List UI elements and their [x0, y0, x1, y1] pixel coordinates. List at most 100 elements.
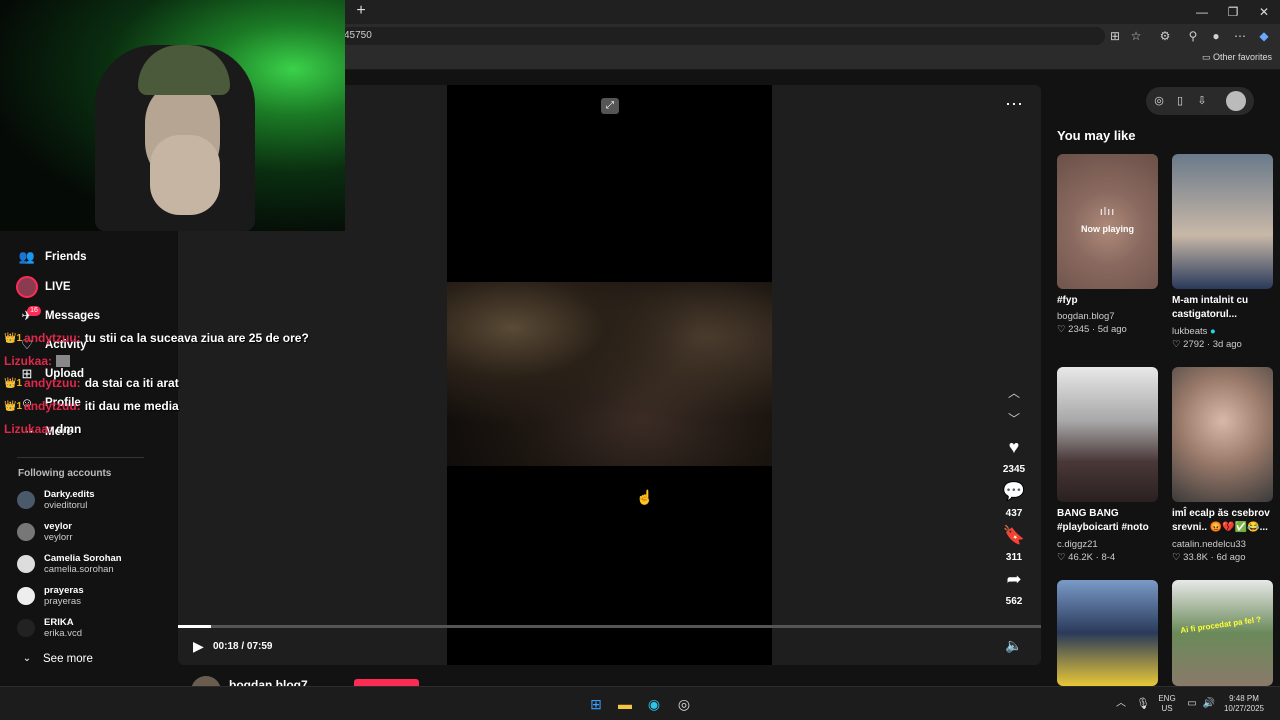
volume-icon[interactable]: 🔈: [1005, 637, 1022, 654]
edge-browser-icon[interactable]: ◉: [644, 694, 664, 714]
bookmark-icon[interactable]: 🔖: [1002, 525, 1026, 547]
sidebar-item-live[interactable]: LIVE: [45, 276, 71, 298]
recommendation-card[interactable]: Ai fi procedat pa fel ?: [1172, 580, 1273, 686]
sidebar-item-label: Messages: [45, 310, 100, 322]
account-name: Darky.edits: [44, 489, 95, 500]
chat-text: iti dau me media: [84, 399, 179, 413]
messages-badge: 16: [27, 306, 41, 316]
play-icon[interactable]: ▶: [193, 638, 204, 655]
recommendation-card[interactable]: [1057, 367, 1158, 502]
following-account[interactable]: ERIKA erika.vcd: [17, 613, 82, 643]
avatar: [17, 587, 35, 605]
username: lukbeats: [1172, 326, 1208, 337]
account-name: prayeras: [44, 585, 84, 596]
chat-message: Lizukaa: dmn: [4, 421, 81, 437]
avatar: [17, 555, 35, 573]
account-name: veylor: [44, 521, 72, 532]
like-count: 2345: [1002, 464, 1026, 475]
following-account[interactable]: veylor veylorr: [17, 517, 73, 547]
recommendation-user: lukbeats ●: [1172, 326, 1216, 337]
sidebar-divider: [17, 457, 144, 458]
save-count: 311: [1005, 552, 1023, 563]
avatar: [17, 619, 35, 637]
more-options-icon[interactable]: ⋯: [1005, 94, 1024, 115]
profile-icon[interactable]: ⚲: [1185, 28, 1201, 44]
chevron-up-icon[interactable]: ︿: [1111, 694, 1131, 714]
chat-badges: 👑1: [4, 400, 23, 412]
clock-time: 9:48 PM: [1229, 694, 1259, 703]
microphone-icon[interactable]: 🎙: [1133, 694, 1153, 714]
like-heart-icon[interactable]: ♥: [1002, 437, 1026, 459]
following-account[interactable]: Darky.edits ovieditorul: [17, 485, 95, 515]
chat-username: andytzuu:: [24, 376, 81, 390]
chevron-down-icon[interactable]: ﹀: [1006, 410, 1022, 426]
recommendation-card[interactable]: [1172, 367, 1273, 502]
file-explorer-icon[interactable]: ▬: [615, 694, 635, 714]
other-favorites-link[interactable]: ▭ Other favorites: [1202, 52, 1272, 63]
emote-image: [56, 355, 71, 367]
now-playing-icon: ılıı: [1099, 206, 1116, 218]
compass-icon[interactable]: ◎: [1151, 93, 1167, 109]
expand-icon[interactable]: ⤢: [601, 98, 619, 114]
volume-tray-icon[interactable]: 🔊: [1199, 694, 1219, 714]
copilot-icon[interactable]: ◆: [1256, 28, 1272, 44]
recommendation-meta: ♡ 33.8K · 6d ago: [1172, 552, 1246, 563]
account-avatar-icon[interactable]: ●: [1208, 28, 1224, 44]
account-handle: erika.vcd: [44, 628, 83, 639]
hand-cursor-icon: ☝: [636, 489, 654, 505]
webcam-overlay: [0, 0, 345, 231]
clock-date: 10/27/2025: [1223, 704, 1265, 713]
windows-start-icon[interactable]: ⊞: [586, 694, 606, 714]
chat-text: tu stii ca la suceava ziua are 25 de ore…: [84, 331, 309, 345]
age: 5d ago: [1097, 324, 1127, 335]
download-icon[interactable]: ⇩: [1194, 93, 1210, 109]
comment-icon[interactable]: 💬: [1002, 481, 1026, 503]
address-bar[interactable]: [340, 27, 1105, 45]
share-icon[interactable]: ➦: [1002, 569, 1026, 591]
chat-badges: 👑1: [4, 332, 23, 344]
clock[interactable]: 9:48 PM 10/27/2025: [1220, 694, 1268, 714]
obs-icon[interactable]: ◎: [674, 694, 694, 714]
progress-bar[interactable]: [178, 625, 1041, 628]
streamer-hand: [150, 135, 220, 215]
recommendation-card[interactable]: ılıı Now playing: [1057, 154, 1158, 289]
favorite-star-icon[interactable]: ☆: [1128, 28, 1144, 44]
chat-text: dmn: [56, 422, 82, 436]
close-button[interactable]: ✕: [1249, 3, 1279, 21]
account-handle: ovieditorul: [44, 500, 88, 511]
settings-more-icon[interactable]: ⋯: [1232, 28, 1248, 44]
recommendation-title: #fyp: [1057, 295, 1078, 306]
language-code: ENG: [1158, 694, 1176, 703]
sidebar-item-friends[interactable]: 👥 Friends: [16, 246, 87, 268]
time-display: 00:18 / 07:59: [213, 641, 273, 652]
following-accounts-title: Following accounts: [18, 468, 112, 479]
see-more-button[interactable]: ⌄ See more: [18, 648, 93, 670]
chevron-up-icon[interactable]: ︿: [1006, 384, 1022, 400]
likes: 33.8K: [1183, 552, 1208, 563]
extensions-icon[interactable]: ⚙: [1157, 28, 1173, 44]
language-indicator[interactable]: ENG US: [1155, 694, 1179, 714]
phone-icon[interactable]: ▯: [1172, 93, 1188, 109]
recommendation-meta: ♡ 2792 · 3d ago: [1172, 339, 1242, 350]
restore-button[interactable]: ❐: [1218, 3, 1248, 21]
friends-icon: 👥: [18, 249, 36, 264]
following-account[interactable]: Camelia Sorohan camelia.sorohan: [17, 549, 122, 579]
region-code: US: [1161, 704, 1173, 713]
following-account[interactable]: prayeras prayeras: [17, 581, 84, 611]
new-tab-button[interactable]: +: [352, 2, 370, 20]
recommendation-card[interactable]: [1172, 154, 1273, 289]
video-content: [447, 282, 772, 466]
age: 8-4: [1101, 552, 1116, 563]
minimize-button[interactable]: —: [1187, 3, 1217, 21]
chat-username: andytzuu:: [24, 399, 81, 413]
chat-username: andytzuu:: [24, 331, 81, 345]
likes: 46.2K: [1068, 552, 1093, 563]
live-icon: [16, 276, 38, 298]
age: 3d ago: [1212, 339, 1242, 350]
recommendation-card[interactable]: [1057, 580, 1158, 686]
account-name: ERIKA: [44, 617, 74, 628]
split-screen-icon[interactable]: ⊞: [1107, 28, 1123, 44]
user-avatar[interactable]: [1226, 91, 1246, 111]
recommendation-meta: ♡ 46.2K · 8-4: [1057, 552, 1116, 563]
heart-icon: ♡: [1172, 339, 1184, 350]
